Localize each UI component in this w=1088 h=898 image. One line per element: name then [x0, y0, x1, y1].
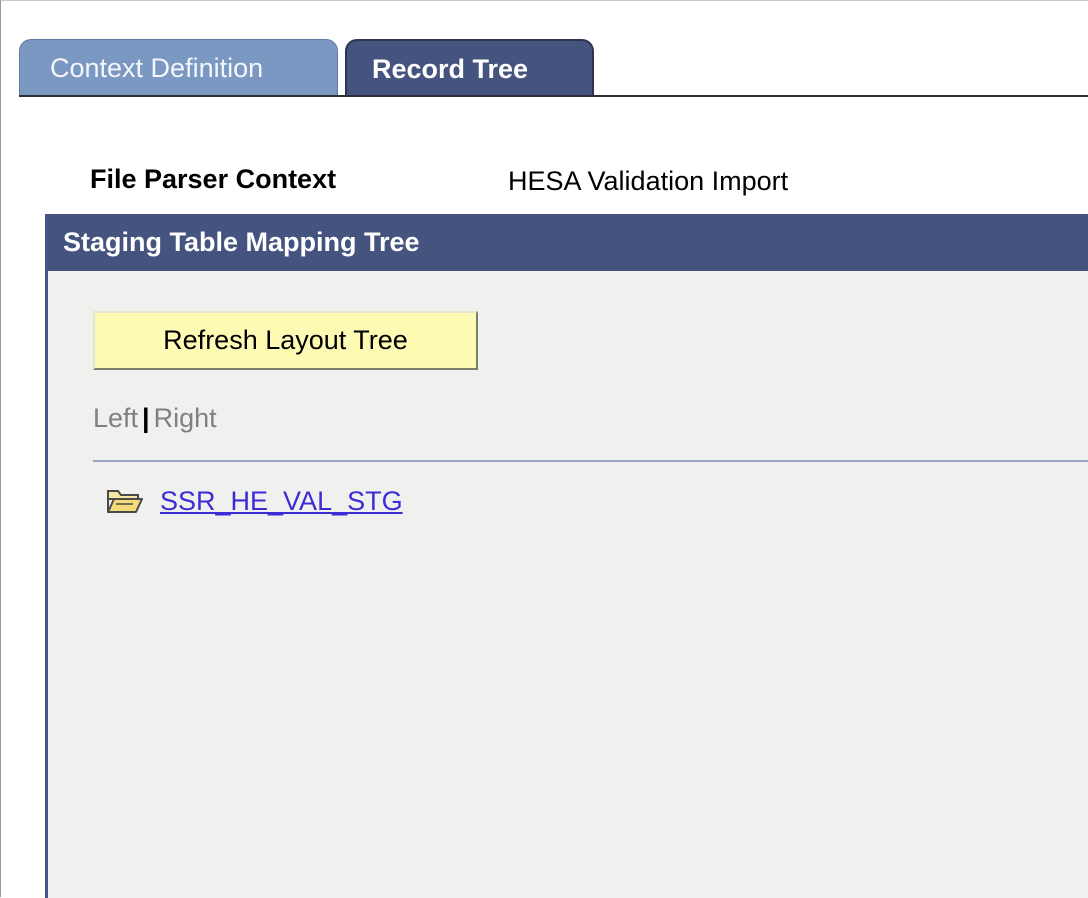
file-parser-context-value: HESA Validation Import — [508, 166, 789, 196]
staging-table-mapping-panel: Staging Table Mapping Tree Refresh Layou… — [45, 214, 1088, 898]
open-folder-icon[interactable] — [105, 487, 145, 515]
tree-node-link[interactable]: SSR_HE_VAL_STG — [160, 486, 403, 517]
tab-record-tree[interactable]: Record Tree — [345, 39, 594, 97]
tab-bar: Context Definition Record Tree — [19, 39, 1088, 97]
right-link[interactable]: Right — [154, 403, 217, 433]
left-right-separator: | — [142, 403, 150, 433]
left-right-toggle: Left | Right — [93, 403, 217, 434]
file-parser-context-label: File Parser Context — [90, 164, 337, 194]
divider — [93, 460, 1088, 462]
page-frame: Context Definition Record Tree File Pars… — [0, 0, 1088, 898]
refresh-layout-tree-button[interactable]: Refresh Layout Tree — [93, 311, 478, 370]
tab-underline — [19, 95, 1088, 97]
panel-title: Staging Table Mapping Tree — [48, 214, 1088, 271]
left-link[interactable]: Left — [93, 403, 138, 433]
tab-context-definition[interactable]: Context Definition — [19, 39, 338, 96]
